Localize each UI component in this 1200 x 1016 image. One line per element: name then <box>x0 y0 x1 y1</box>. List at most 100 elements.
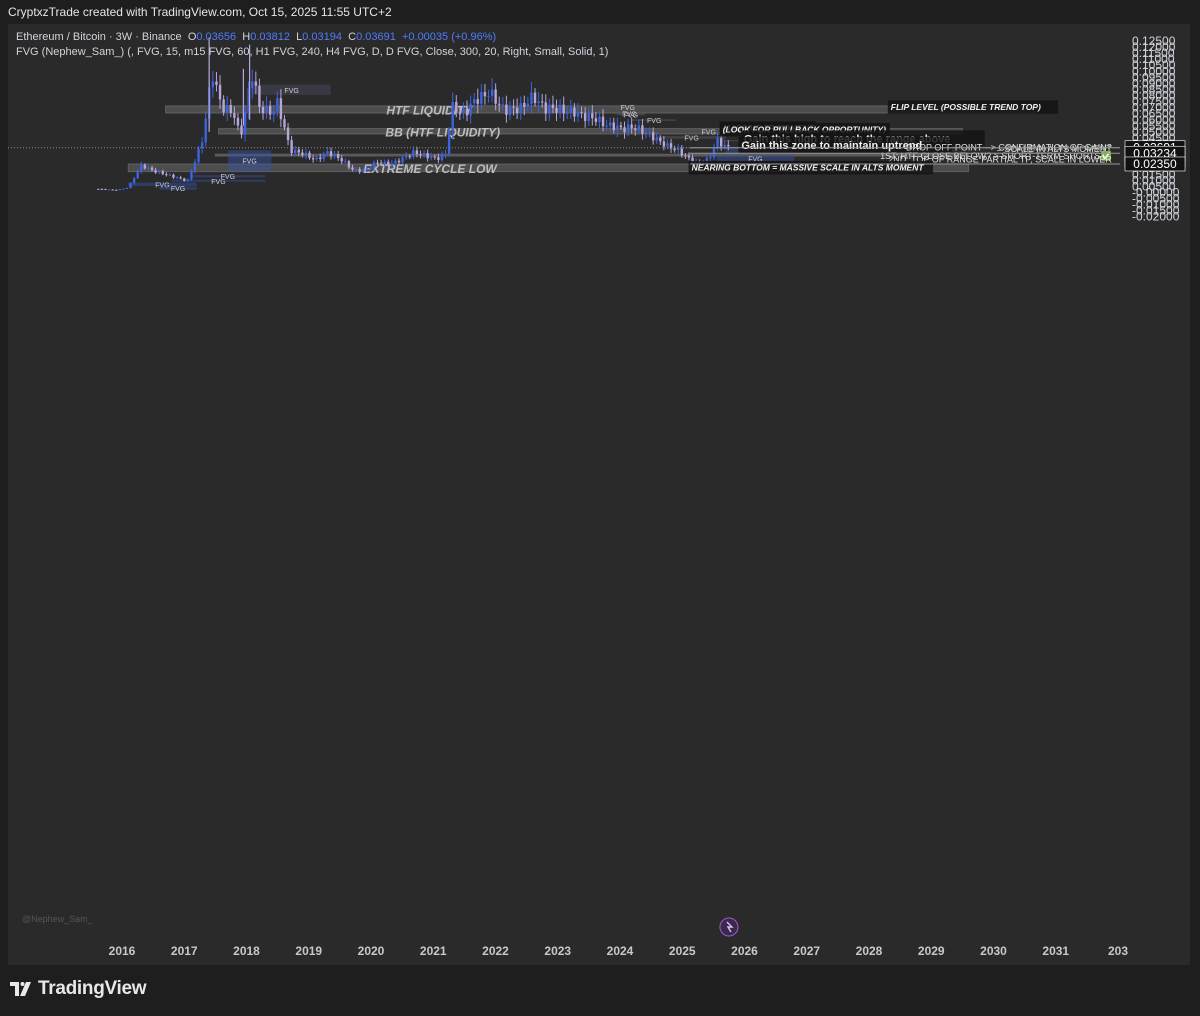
candle-body[interactable] <box>537 101 540 104</box>
candle-body[interactable] <box>143 164 147 169</box>
candle-body[interactable] <box>365 168 368 170</box>
candle-body[interactable] <box>655 137 658 141</box>
candle-body[interactable] <box>125 187 129 189</box>
candle-body[interactable] <box>401 157 404 163</box>
candle-body[interactable] <box>458 112 462 114</box>
candle-body[interactable] <box>533 92 537 104</box>
candle-body[interactable] <box>677 148 680 151</box>
candle-body[interactable] <box>612 122 615 131</box>
candle-body[interactable] <box>336 153 340 159</box>
candle-body[interactable] <box>240 125 243 135</box>
candle-body[interactable] <box>422 153 426 156</box>
candle-body[interactable] <box>580 112 583 114</box>
candle-body[interactable] <box>268 105 272 115</box>
candle-body[interactable] <box>376 162 379 164</box>
candle-body[interactable] <box>712 147 716 158</box>
candle-body[interactable] <box>179 177 182 179</box>
candle-body[interactable] <box>530 92 533 104</box>
candle-body[interactable] <box>634 128 637 131</box>
candle-body[interactable] <box>587 113 590 121</box>
candle-body[interactable] <box>494 89 497 104</box>
candle-body[interactable] <box>562 104 565 114</box>
candle-body[interactable] <box>637 125 641 131</box>
candle-body[interactable] <box>440 154 444 160</box>
candle-body[interactable] <box>118 189 122 191</box>
candle-body[interactable] <box>415 150 419 155</box>
chart-svg[interactable]: 0.125000.120000.115000.110000.105000.100… <box>8 24 1190 965</box>
candle-body[interactable] <box>315 157 318 160</box>
candle-body[interactable] <box>558 104 562 113</box>
candle-body[interactable] <box>276 98 279 112</box>
candle-body[interactable] <box>648 132 651 134</box>
candle-body[interactable] <box>719 138 723 147</box>
candle-body[interactable] <box>200 142 204 149</box>
candle-body[interactable] <box>340 158 343 162</box>
candle-body[interactable] <box>455 102 458 113</box>
candle-body[interactable] <box>186 179 190 181</box>
candle-body[interactable] <box>447 130 451 154</box>
candle-body[interactable] <box>630 124 633 129</box>
candle-body[interactable] <box>168 174 172 176</box>
candle-body[interactable] <box>358 168 361 172</box>
candle-body[interactable] <box>157 171 161 173</box>
candle-body[interactable] <box>383 161 386 164</box>
candle-body[interactable] <box>641 125 644 134</box>
candle-body[interactable] <box>301 152 304 156</box>
candle-body[interactable] <box>487 95 490 97</box>
candle-body[interactable] <box>709 157 712 159</box>
candle-body[interactable] <box>150 167 154 171</box>
candle-body[interactable] <box>183 178 186 181</box>
candle-body[interactable] <box>426 153 429 159</box>
candle-body[interactable] <box>626 124 630 133</box>
candle-body[interactable] <box>333 153 336 157</box>
candle-body[interactable] <box>161 171 164 175</box>
candle-body[interactable] <box>476 99 479 104</box>
candle-body[interactable] <box>97 188 100 190</box>
candle-body[interactable] <box>540 101 544 103</box>
candle-body[interactable] <box>723 144 726 147</box>
candle-body[interactable] <box>129 183 132 188</box>
candle-body[interactable] <box>294 149 297 154</box>
candle-body[interactable] <box>419 154 422 156</box>
candle-body[interactable] <box>483 91 487 97</box>
candle-body[interactable] <box>501 104 505 106</box>
candle-body[interactable] <box>472 99 476 104</box>
candle-body[interactable] <box>480 91 483 104</box>
candle-body[interactable] <box>100 188 104 190</box>
candle-body[interactable] <box>175 177 179 179</box>
candle-body[interactable] <box>594 118 598 123</box>
chart-area[interactable]: 0.12500 0.12000 0.11500 0.11000 0.10500 0.100… <box>8 24 1190 965</box>
candle-body[interactable] <box>412 150 415 157</box>
candle-body[interactable] <box>662 141 666 147</box>
candle-body[interactable] <box>394 160 397 164</box>
candle-body[interactable] <box>644 132 648 134</box>
candle-body[interactable] <box>397 160 401 163</box>
candle-body[interactable] <box>727 144 730 147</box>
candle-body[interactable] <box>322 153 326 160</box>
candle-body[interactable] <box>379 162 383 164</box>
candle-body[interactable] <box>526 103 530 107</box>
candle-body[interactable] <box>229 105 232 114</box>
candle-body[interactable] <box>236 117 240 126</box>
candle-body[interactable] <box>583 112 587 121</box>
candle-body[interactable] <box>498 103 501 105</box>
candle-body[interactable] <box>261 106 265 114</box>
candle-body[interactable] <box>347 161 351 168</box>
candle-body[interactable] <box>286 127 290 141</box>
candle-body[interactable] <box>659 137 662 142</box>
candle-body[interactable] <box>222 99 225 113</box>
candle-body[interactable] <box>362 169 365 172</box>
candle-body[interactable] <box>433 156 437 158</box>
candle-body[interactable] <box>601 116 605 127</box>
candle-body[interactable] <box>716 138 719 148</box>
candle-body[interactable] <box>193 162 197 171</box>
candle-body[interactable] <box>254 81 258 86</box>
candle-body[interactable] <box>512 106 515 108</box>
candle-body[interactable] <box>548 104 551 114</box>
candle-body[interactable] <box>566 112 569 114</box>
candle-body[interactable] <box>132 178 136 184</box>
candle-body[interactable] <box>107 189 111 191</box>
candle-body[interactable] <box>390 163 394 166</box>
candle-body[interactable] <box>372 162 376 169</box>
candle-body[interactable] <box>172 174 175 178</box>
